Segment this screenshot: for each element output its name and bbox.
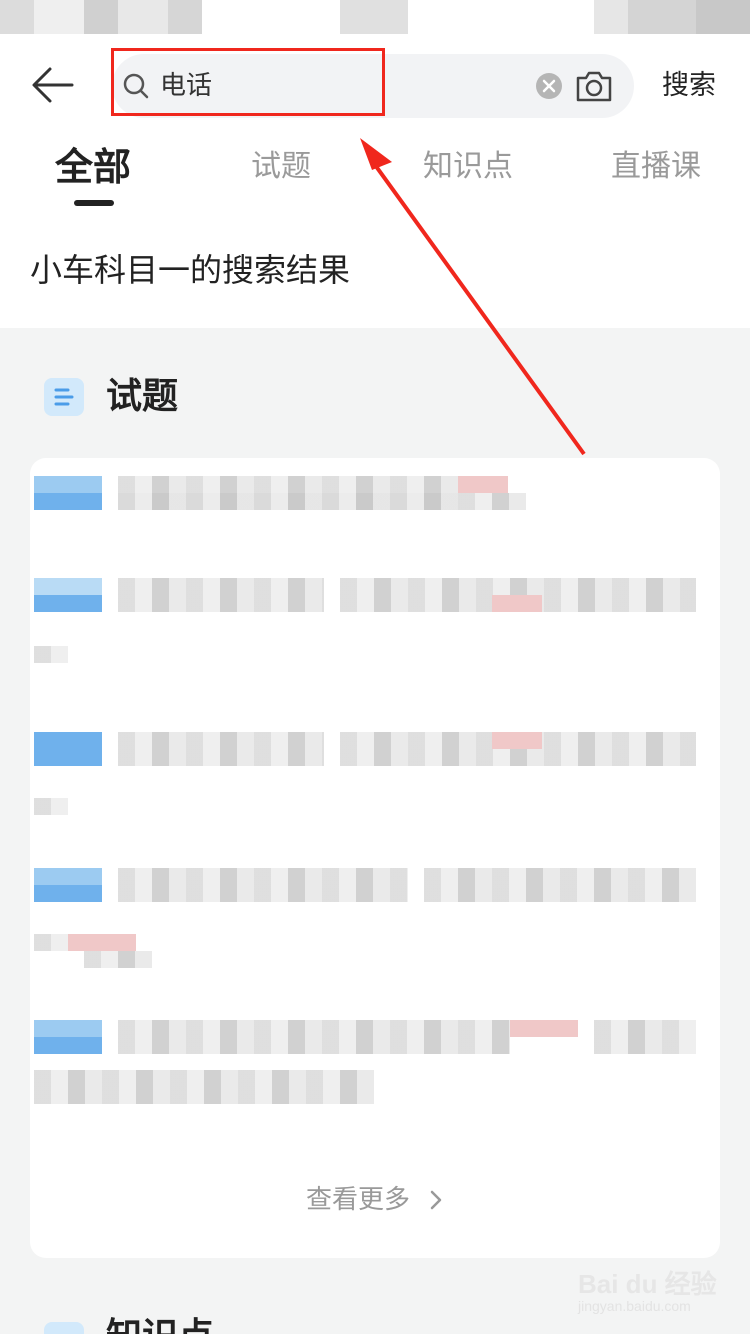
tab-questions[interactable]: 试题: [251, 144, 311, 190]
close-circle-icon[interactable]: [535, 72, 563, 100]
see-more-link[interactable]: 查看更多: [306, 1180, 410, 1220]
back-button[interactable]: [28, 60, 78, 110]
active-tab-indicator: [74, 200, 114, 206]
tab-all[interactable]: 全部: [55, 144, 131, 190]
results-title: 小车科目一的搜索结果: [30, 251, 351, 289]
list-icon: [44, 1322, 84, 1334]
section-title-knowledge: 知识点: [106, 1314, 214, 1334]
baidu-jingyan-watermark: Bai du 经验 jingyan.baidu.com: [578, 1269, 717, 1314]
list-icon: [44, 378, 84, 416]
camera-icon[interactable]: [574, 68, 614, 104]
tab-knowledge[interactable]: 知识点: [423, 144, 513, 190]
arrow-left-icon: [32, 67, 74, 103]
chevron-right-icon[interactable]: [428, 1188, 444, 1212]
search-button[interactable]: 搜索: [662, 66, 722, 106]
status-bar: [0, 0, 750, 36]
annotation-highlight-box: [111, 48, 385, 116]
tab-live-course[interactable]: 直播课: [611, 144, 701, 190]
section-title-questions: 试题: [106, 376, 179, 417]
